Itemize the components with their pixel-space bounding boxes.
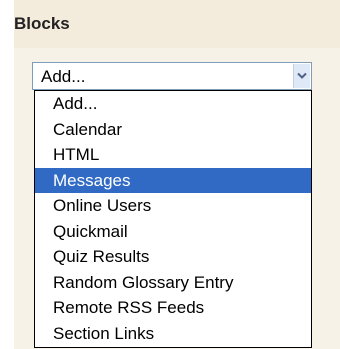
- dropdown-option-messages[interactable]: Messages: [35, 167, 311, 193]
- blocks-header: Blocks: [14, 0, 340, 48]
- dropdown-option-remote-rss-feeds[interactable]: Remote RSS Feeds: [35, 295, 311, 321]
- dropdown-option-html[interactable]: HTML: [35, 142, 311, 168]
- blocks-title: Blocks: [14, 14, 70, 33]
- add-block-select[interactable]: Add...: [32, 62, 312, 90]
- add-block-dropdown-list: Add... Calendar HTML Messages Online Use…: [34, 90, 312, 348]
- dropdown-option-random-glossary-entry[interactable]: Random Glossary Entry: [35, 270, 311, 296]
- dropdown-option-section-links[interactable]: Section Links: [35, 321, 311, 347]
- dropdown-option-quickmail[interactable]: Quickmail: [35, 219, 311, 245]
- dropdown-option-add[interactable]: Add...: [35, 91, 311, 117]
- dropdown-option-calendar[interactable]: Calendar: [35, 117, 311, 143]
- chevron-down-icon: [297, 72, 307, 79]
- dropdown-option-quiz-results[interactable]: Quiz Results: [35, 244, 311, 270]
- dropdown-option-online-users[interactable]: Online Users: [35, 193, 311, 219]
- select-dropdown-button[interactable]: [293, 64, 310, 88]
- add-block-select-value: Add...: [41, 67, 86, 86]
